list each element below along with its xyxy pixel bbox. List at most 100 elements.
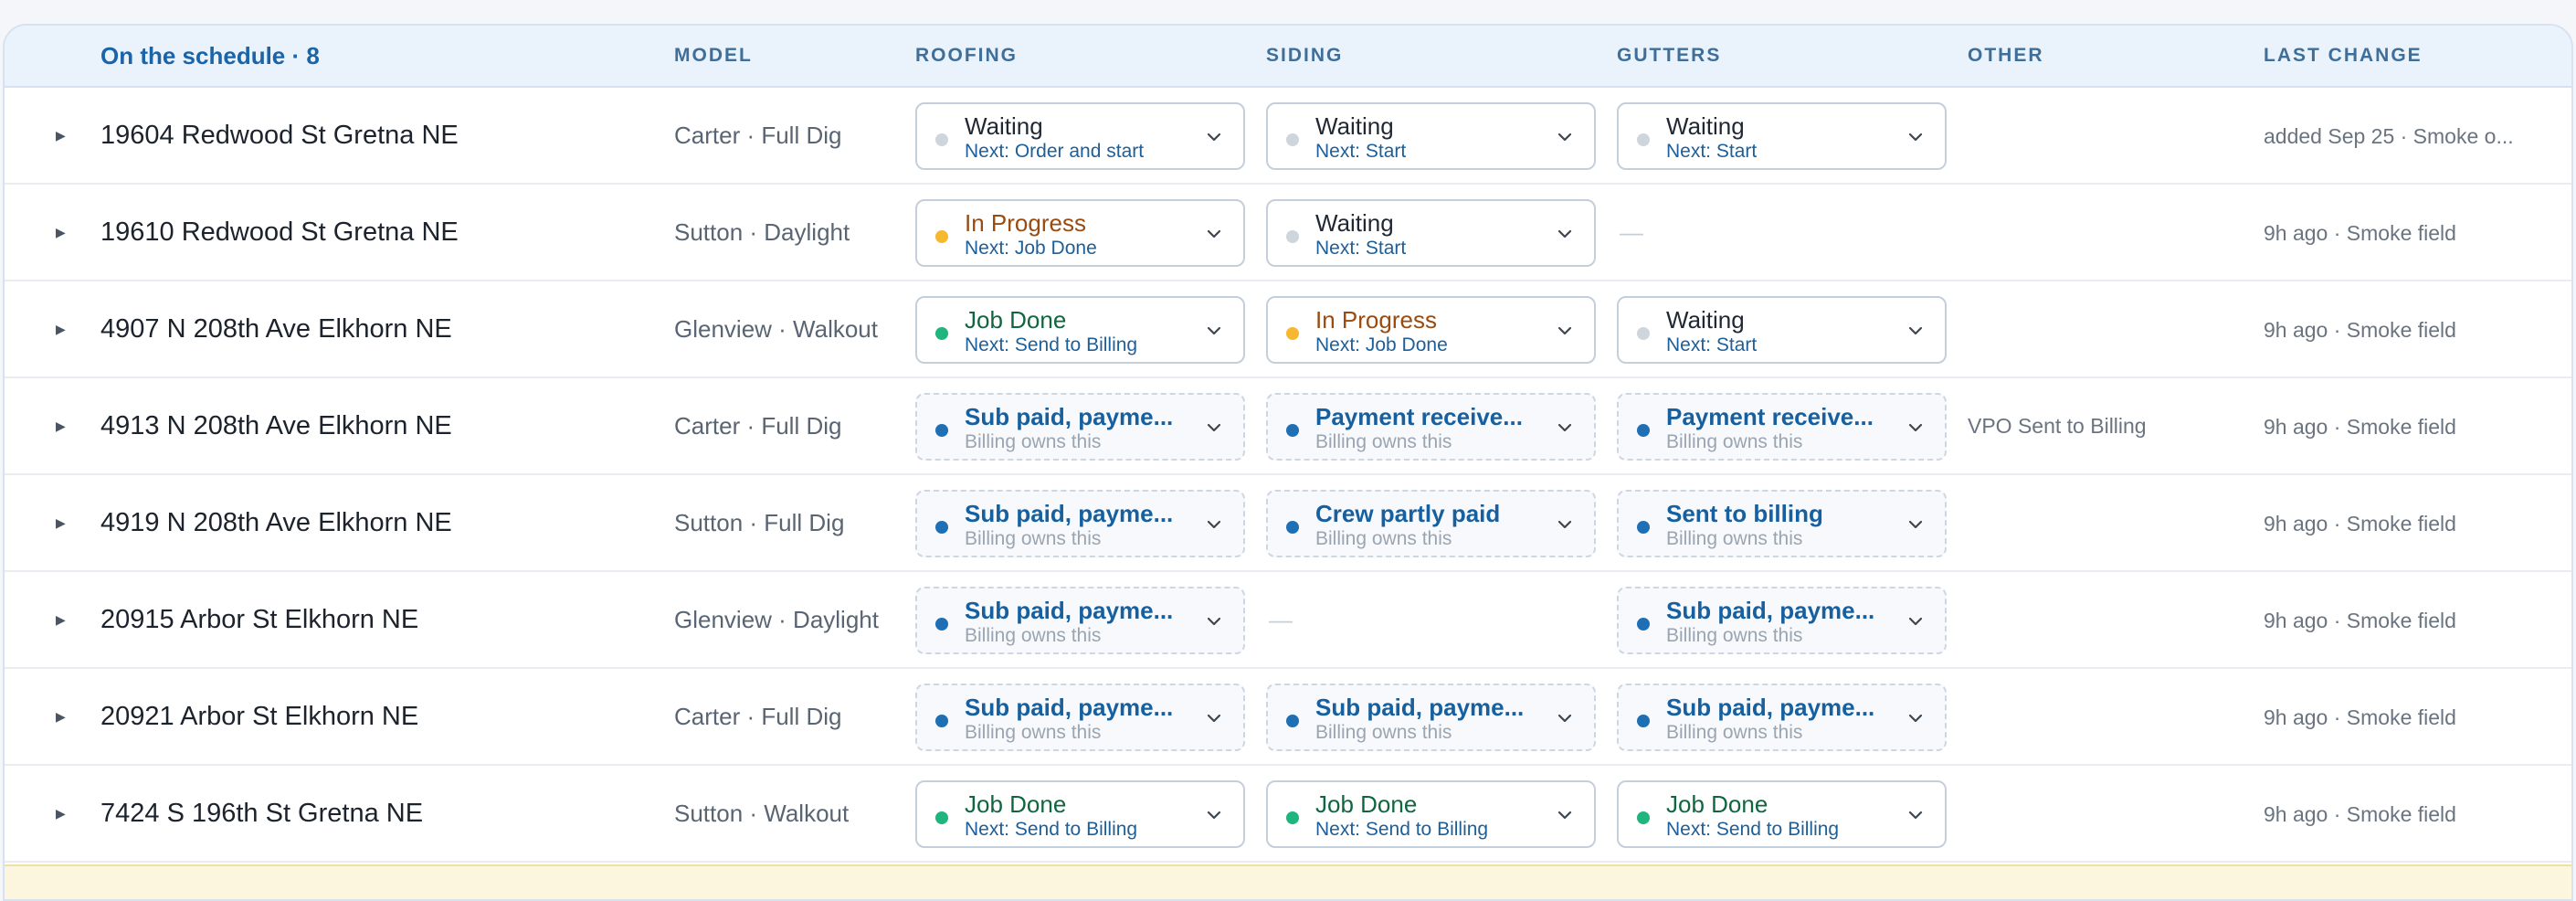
- chevron-down-icon: [1908, 811, 1923, 820]
- chevron-down-icon: [1557, 132, 1572, 142]
- caret-right-icon[interactable]: ▶: [56, 669, 66, 764]
- caret-right-icon[interactable]: ▶: [56, 185, 66, 280]
- status-dot-icon: [1637, 521, 1650, 534]
- caret-right-icon[interactable]: ▶: [56, 281, 66, 376]
- chevron-down-icon: [1207, 520, 1221, 529]
- siding-status-dropdown[interactable]: In Progress Next: Job Done: [1266, 296, 1596, 364]
- table-row-1[interactable]: ▶ 19604 Redwood St Gretna NE Carter · Fu…: [5, 88, 2571, 185]
- status-dot-icon: [1286, 133, 1299, 146]
- table-row-5[interactable]: ▶ 4919 N 208th Ave Elkhorn NE Sutton · F…: [5, 475, 2571, 572]
- column-header-gutters[interactable]: GUTTERS: [1617, 45, 1721, 67]
- table-row-7[interactable]: ▶ 20921 Arbor St Elkhorn NE Carter · Ful…: [5, 669, 2571, 766]
- status-dot-icon: [1637, 715, 1650, 727]
- address: 4907 N 208th Ave Elkhorn NE: [100, 313, 452, 344]
- table-body: ▶ 19604 Redwood St Gretna NE Carter · Fu…: [5, 88, 2571, 863]
- last-change: 9h ago · Smoke field: [2264, 705, 2456, 729]
- last-change: 9h ago · Smoke field: [2264, 802, 2456, 826]
- address: 4913 N 208th Ave Elkhorn NE: [100, 410, 452, 440]
- roofing-status-dropdown[interactable]: Sub paid, payme... Billing owns this: [915, 587, 1245, 654]
- status-label: Payment receive...: [1315, 403, 1523, 430]
- caret-right-icon[interactable]: ▶: [56, 572, 66, 667]
- caret-right-icon[interactable]: ▶: [56, 475, 66, 570]
- status-dot-icon: [1637, 133, 1650, 146]
- status-label: Sub paid, payme...: [965, 500, 1174, 527]
- model: Glenview · Walkout: [674, 314, 878, 343]
- status-label: Payment receive...: [1666, 403, 1874, 430]
- last-change: 9h ago · Smoke field: [2264, 512, 2456, 535]
- model: Carter · Full Dig: [674, 411, 842, 440]
- status-dot-icon: [1286, 715, 1299, 727]
- siding-status-dropdown[interactable]: Waiting Next: Start: [1266, 102, 1596, 170]
- gutters-status-dropdown[interactable]: Payment receive... Billing owns this: [1617, 393, 1947, 461]
- address: 20915 Arbor St Elkhorn NE: [100, 604, 419, 634]
- siding-status-dropdown[interactable]: Sub paid, payme... Billing owns this: [1266, 684, 1596, 751]
- status-label: Sub paid, payme...: [965, 403, 1174, 430]
- roofing-status-dropdown[interactable]: Job Done Next: Send to Billing: [915, 780, 1245, 848]
- chevron-down-icon: [1908, 714, 1923, 723]
- table-row-2[interactable]: ▶ 19610 Redwood St Gretna NE Sutton · Da…: [5, 185, 2571, 281]
- gutters-status-dropdown[interactable]: Sub paid, payme... Billing owns this: [1617, 587, 1947, 654]
- gutters-status-dropdown[interactable]: Waiting Next: Start: [1617, 102, 1947, 170]
- status-label: Waiting: [1666, 306, 1745, 334]
- status-next-step: Billing owns this: [965, 625, 1102, 646]
- chevron-down-icon: [1207, 423, 1221, 432]
- status-label: Job Done: [965, 790, 1067, 818]
- gutters-status-dropdown[interactable]: Job Done Next: Send to Billing: [1617, 780, 1947, 848]
- status-label: Waiting: [1315, 112, 1394, 140]
- status-next-step: Next: Start: [1315, 238, 1407, 259]
- chevron-down-icon: [1207, 229, 1221, 238]
- gutters-status-dropdown[interactable]: Sent to billing Billing owns this: [1617, 490, 1947, 557]
- status-dot-icon: [1637, 618, 1650, 631]
- status-label: Sent to billing: [1666, 500, 1823, 527]
- status-next-step: Next: Start: [1315, 141, 1407, 162]
- roofing-status-dropdown[interactable]: Job Done Next: Send to Billing: [915, 296, 1245, 364]
- status-dot-icon: [935, 811, 948, 824]
- status-dot-icon: [1637, 811, 1650, 824]
- model: Carter · Full Dig: [674, 121, 842, 149]
- roofing-status-dropdown[interactable]: Sub paid, payme... Billing owns this: [915, 684, 1245, 751]
- roofing-status-dropdown[interactable]: In Progress Next: Job Done: [915, 199, 1245, 267]
- column-header-model[interactable]: MODEL: [674, 45, 753, 67]
- status-dot-icon: [935, 133, 948, 146]
- model: Glenview · Daylight: [674, 605, 879, 633]
- address: 4919 N 208th Ave Elkhorn NE: [100, 507, 452, 537]
- column-header-other[interactable]: OTHER: [1968, 45, 2044, 67]
- table-row-8[interactable]: ▶ 7424 S 196th St Gretna NE Sutton · Wal…: [5, 766, 2571, 863]
- address: 19610 Redwood St Gretna NE: [100, 217, 459, 247]
- status-dot-icon: [935, 230, 948, 243]
- table-row-6[interactable]: ▶ 20915 Arbor St Elkhorn NE Glenview · D…: [5, 572, 2571, 669]
- gutters-status-dropdown[interactable]: Sub paid, payme... Billing owns this: [1617, 684, 1947, 751]
- last-change: 9h ago · Smoke field: [2264, 221, 2456, 245]
- siding-status-dropdown[interactable]: Payment receive... Billing owns this: [1266, 393, 1596, 461]
- model: Sutton · Walkout: [674, 799, 850, 827]
- status-next-step: Next: Send to Billing: [965, 334, 1138, 355]
- status-label: Job Done: [965, 306, 1067, 334]
- status-dot-icon: [1637, 327, 1650, 340]
- column-header-last-change[interactable]: LAST CHANGE: [2264, 45, 2423, 67]
- column-header-siding[interactable]: SIDING: [1266, 45, 1343, 67]
- model: Sutton · Daylight: [674, 217, 850, 246]
- siding-status-dropdown[interactable]: Waiting Next: Start: [1266, 199, 1596, 267]
- roofing-status-dropdown[interactable]: Waiting Next: Order and start: [915, 102, 1245, 170]
- status-next-step: Next: Job Done: [1315, 334, 1448, 355]
- chevron-down-icon: [1207, 326, 1221, 335]
- caret-right-icon[interactable]: ▶: [56, 378, 66, 473]
- status-label: Waiting: [965, 112, 1043, 140]
- status-next-step: Next: Job Done: [965, 238, 1097, 259]
- status-dot-icon: [935, 424, 948, 437]
- model: Carter · Full Dig: [674, 702, 842, 730]
- roofing-status-dropdown[interactable]: Sub paid, payme... Billing owns this: [915, 490, 1245, 557]
- roofing-status-dropdown[interactable]: Sub paid, payme... Billing owns this: [915, 393, 1245, 461]
- column-header-roofing[interactable]: ROOFING: [915, 45, 1018, 67]
- table-row-3[interactable]: ▶ 4907 N 208th Ave Elkhorn NE Glenview ·…: [5, 281, 2571, 378]
- siding-status-dropdown[interactable]: Crew partly paid Billing owns this: [1266, 490, 1596, 557]
- chevron-down-icon: [1207, 617, 1221, 626]
- last-change: 9h ago · Smoke field: [2264, 609, 2456, 632]
- chevron-down-icon: [1557, 811, 1572, 820]
- status-next-step: Billing owns this: [1315, 722, 1452, 743]
- table-row-4[interactable]: ▶ 4913 N 208th Ave Elkhorn NE Carter · F…: [5, 378, 2571, 475]
- siding-status-dropdown[interactable]: Job Done Next: Send to Billing: [1266, 780, 1596, 848]
- caret-right-icon[interactable]: ▶: [56, 88, 66, 183]
- gutters-status-dropdown[interactable]: Waiting Next: Start: [1617, 296, 1947, 364]
- caret-right-icon[interactable]: ▶: [56, 766, 66, 861]
